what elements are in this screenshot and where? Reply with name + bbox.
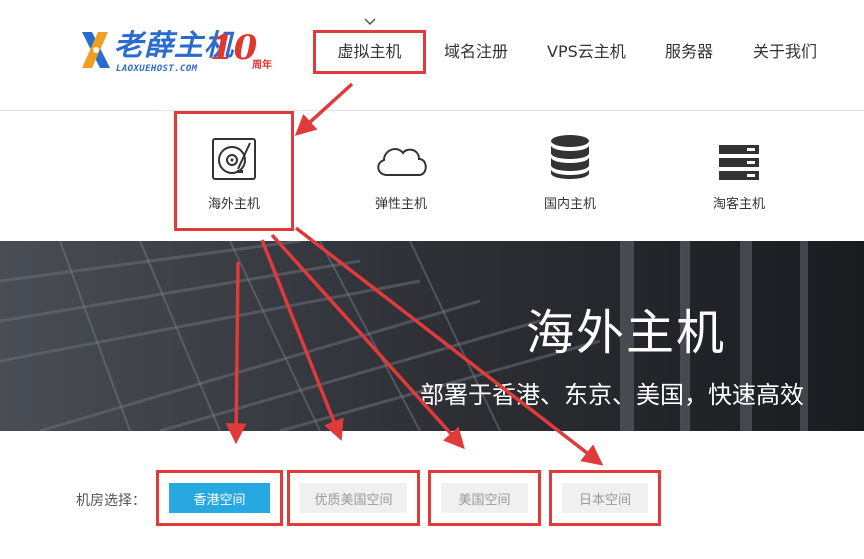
chevron-down-icon [364, 18, 376, 26]
submenu-item-label: 淘客主机 [712, 197, 765, 212]
tab-premium-us-space[interactable]: 优质美国空间 [287, 470, 420, 526]
tab-us-space[interactable]: 美国空间 [428, 470, 541, 526]
cloud-icon [377, 148, 427, 176]
submenu-item-overseas-host[interactable]: 海外主机 [174, 111, 294, 231]
filter-label: 机房选择： [76, 493, 146, 509]
submenu-item-label: 弹性主机 [374, 197, 427, 212]
tab-hongkong-space[interactable]: 香港空间 [156, 470, 283, 526]
site-header: 老薛主机 LAOXUEHOST.COM 10 周年 虚拟主机 域名注册 VPS云… [0, 0, 864, 111]
submenu-item-label: 海外主机 [207, 197, 260, 212]
nav-item-server[interactable]: 服务器 [665, 30, 713, 74]
disk-icon [212, 138, 256, 180]
nav-item-about[interactable]: 关于我们 [753, 30, 817, 74]
tab-japan-space[interactable]: 日本空间 [549, 470, 661, 526]
tab-label: 美国空间 [441, 483, 528, 513]
hero-banner: 海外主机 部署于香港、东京、美国，快速高效 [0, 241, 864, 431]
nav-item-virtual-host[interactable]: 虚拟主机 [313, 30, 426, 74]
banner-subtitle: 部署于香港、东京、美国，快速高效 [420, 381, 804, 409]
nav-item-domain[interactable]: 域名注册 [444, 30, 508, 74]
main-nav: 虚拟主机 域名注册 VPS云主机 服务器 关于我们 [0, 30, 864, 74]
nav-item-vps[interactable]: VPS云主机 [547, 30, 626, 74]
submenu-item-label: 国内主机 [543, 197, 596, 212]
tab-label: 香港空间 [169, 483, 270, 513]
submenu-item-elastic-host[interactable]: 弹性主机 [341, 111, 461, 231]
submenu-panel: 海外主机 弹性主机 国内主机 淘客主机 [0, 111, 864, 241]
database-icon [551, 135, 589, 179]
server-rack-icon [719, 145, 759, 180]
tab-label: 优质美国空间 [300, 483, 407, 513]
submenu-item-taoke-host[interactable]: 淘客主机 [679, 111, 799, 231]
tab-label: 日本空间 [562, 483, 648, 513]
datacenter-filter: 机房选择： 香港空间 优质美国空间 美国空间 日本空间 [0, 470, 864, 530]
submenu-item-domestic-host[interactable]: 国内主机 [510, 111, 630, 231]
banner-title: 海外主机 [526, 305, 727, 361]
